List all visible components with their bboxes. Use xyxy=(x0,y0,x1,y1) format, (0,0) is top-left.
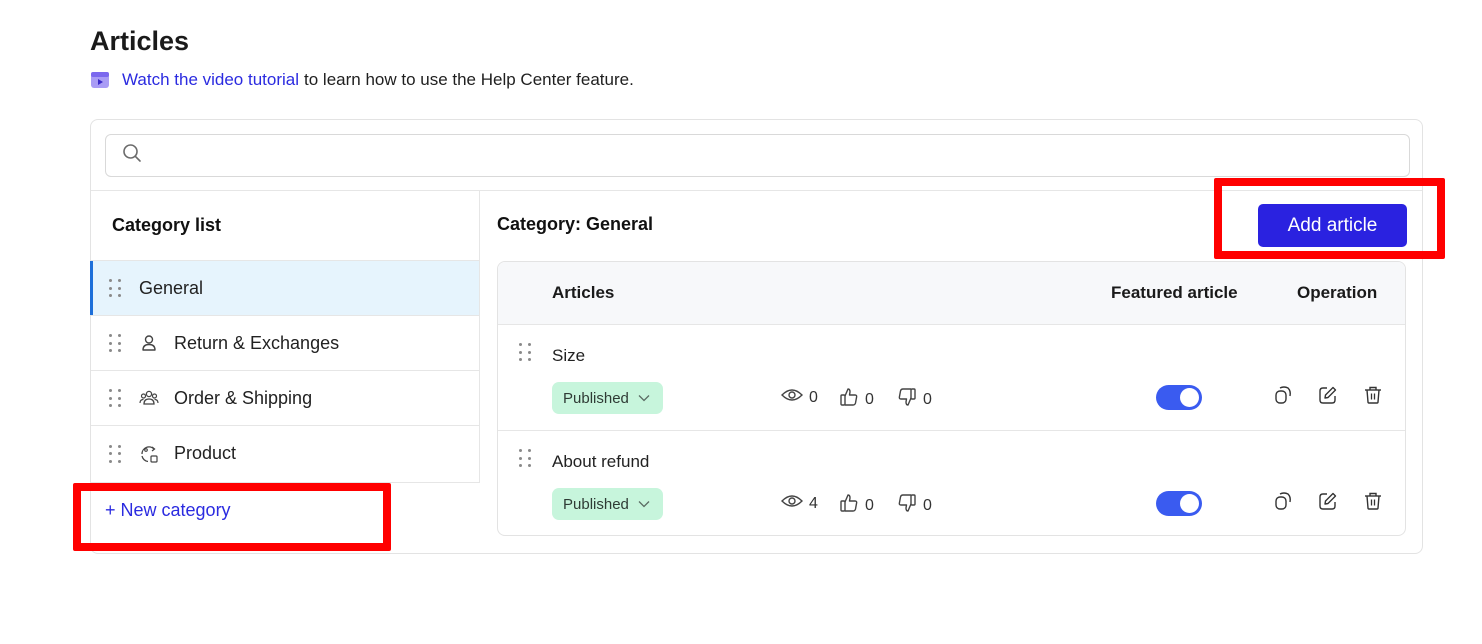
search-box[interactable] xyxy=(105,134,1410,177)
drag-handle-icon[interactable] xyxy=(107,389,123,407)
status-dropdown[interactable]: Published xyxy=(552,488,663,520)
category-sidebar: Category list General Return & Exchanges… xyxy=(90,191,480,483)
edit-icon[interactable] xyxy=(1317,490,1339,512)
dislikes-stat: 0 xyxy=(897,387,932,412)
views-stat: 4 xyxy=(781,493,818,514)
category-label: Return & Exchanges xyxy=(174,332,340,353)
group-icon xyxy=(139,388,159,408)
drag-handle-icon[interactable] xyxy=(107,334,123,352)
category-item-order-shipping[interactable]: Order & Shipping xyxy=(91,371,479,426)
article-title[interactable]: Size xyxy=(552,346,585,366)
likes-count: 0 xyxy=(865,496,874,514)
drag-handle-icon[interactable] xyxy=(517,449,533,467)
dislikes-count: 0 xyxy=(923,496,932,514)
highlight-box-add-article xyxy=(1214,178,1445,259)
likes-count: 0 xyxy=(865,390,874,408)
highlight-box-new-category xyxy=(73,483,391,551)
views-stat: 0 xyxy=(781,387,818,408)
category-list-heading: Category list xyxy=(91,191,479,261)
category-item-product[interactable]: Product xyxy=(91,426,479,481)
tutorial-line: Watch the video tutorial to learn how to… xyxy=(90,70,634,90)
likes-stat: 0 xyxy=(839,493,874,518)
dislikes-stat: 0 xyxy=(897,493,932,518)
video-tutorial-icon xyxy=(90,70,110,90)
copy-icon[interactable] xyxy=(1272,490,1294,512)
edit-icon[interactable] xyxy=(1317,384,1339,406)
category-heading: Category: General xyxy=(497,214,654,234)
search-icon xyxy=(122,143,142,168)
delete-icon[interactable] xyxy=(1362,490,1384,512)
page-title: Articles xyxy=(90,26,190,56)
dislikes-count: 0 xyxy=(923,390,932,408)
search-input[interactable] xyxy=(152,135,1409,176)
drag-handle-icon[interactable] xyxy=(107,279,123,297)
status-dropdown[interactable]: Published xyxy=(552,382,663,414)
eye-icon xyxy=(781,387,809,408)
tutorial-description: to learn how to use the Help Center feat… xyxy=(304,70,634,89)
thumbs-up-icon xyxy=(839,387,865,412)
featured-toggle[interactable] xyxy=(1156,491,1202,516)
product-refresh-icon xyxy=(139,444,159,464)
article-title[interactable]: About refund xyxy=(552,452,649,472)
views-count: 0 xyxy=(809,388,818,406)
drag-handle-icon[interactable] xyxy=(517,343,533,361)
column-header-operation: Operation xyxy=(1297,283,1378,302)
category-item-general[interactable]: General xyxy=(90,261,479,316)
featured-toggle[interactable] xyxy=(1156,385,1202,410)
category-label: General xyxy=(139,277,204,298)
table-row: Size Published 0 0 0 xyxy=(498,325,1405,431)
chevron-down-icon xyxy=(637,391,651,405)
status-label: Published xyxy=(563,495,629,513)
status-label: Published xyxy=(563,389,629,407)
category-label: Product xyxy=(174,443,237,463)
articles-table: Articles Featured article Operation Size… xyxy=(497,261,1406,536)
user-icon xyxy=(139,333,159,353)
likes-stat: 0 xyxy=(839,387,874,412)
drag-handle-icon[interactable] xyxy=(107,444,123,463)
thumbs-down-icon xyxy=(897,493,923,518)
column-header-articles: Articles xyxy=(552,283,615,302)
chevron-down-icon xyxy=(637,497,651,511)
copy-icon[interactable] xyxy=(1272,384,1294,406)
column-header-featured: Featured article xyxy=(1111,283,1238,302)
views-count: 4 xyxy=(809,494,818,512)
category-label: Order & Shipping xyxy=(174,387,313,408)
table-row: About refund Published 4 0 0 xyxy=(498,431,1405,535)
video-tutorial-link[interactable]: Watch the video tutorial xyxy=(122,70,299,90)
eye-icon xyxy=(781,493,809,514)
thumbs-up-icon xyxy=(839,493,865,518)
table-header: Articles Featured article Operation xyxy=(498,262,1405,325)
thumbs-down-icon xyxy=(897,387,923,412)
category-item-return-exchanges[interactable]: Return & Exchanges xyxy=(91,316,479,371)
delete-icon[interactable] xyxy=(1362,384,1384,406)
